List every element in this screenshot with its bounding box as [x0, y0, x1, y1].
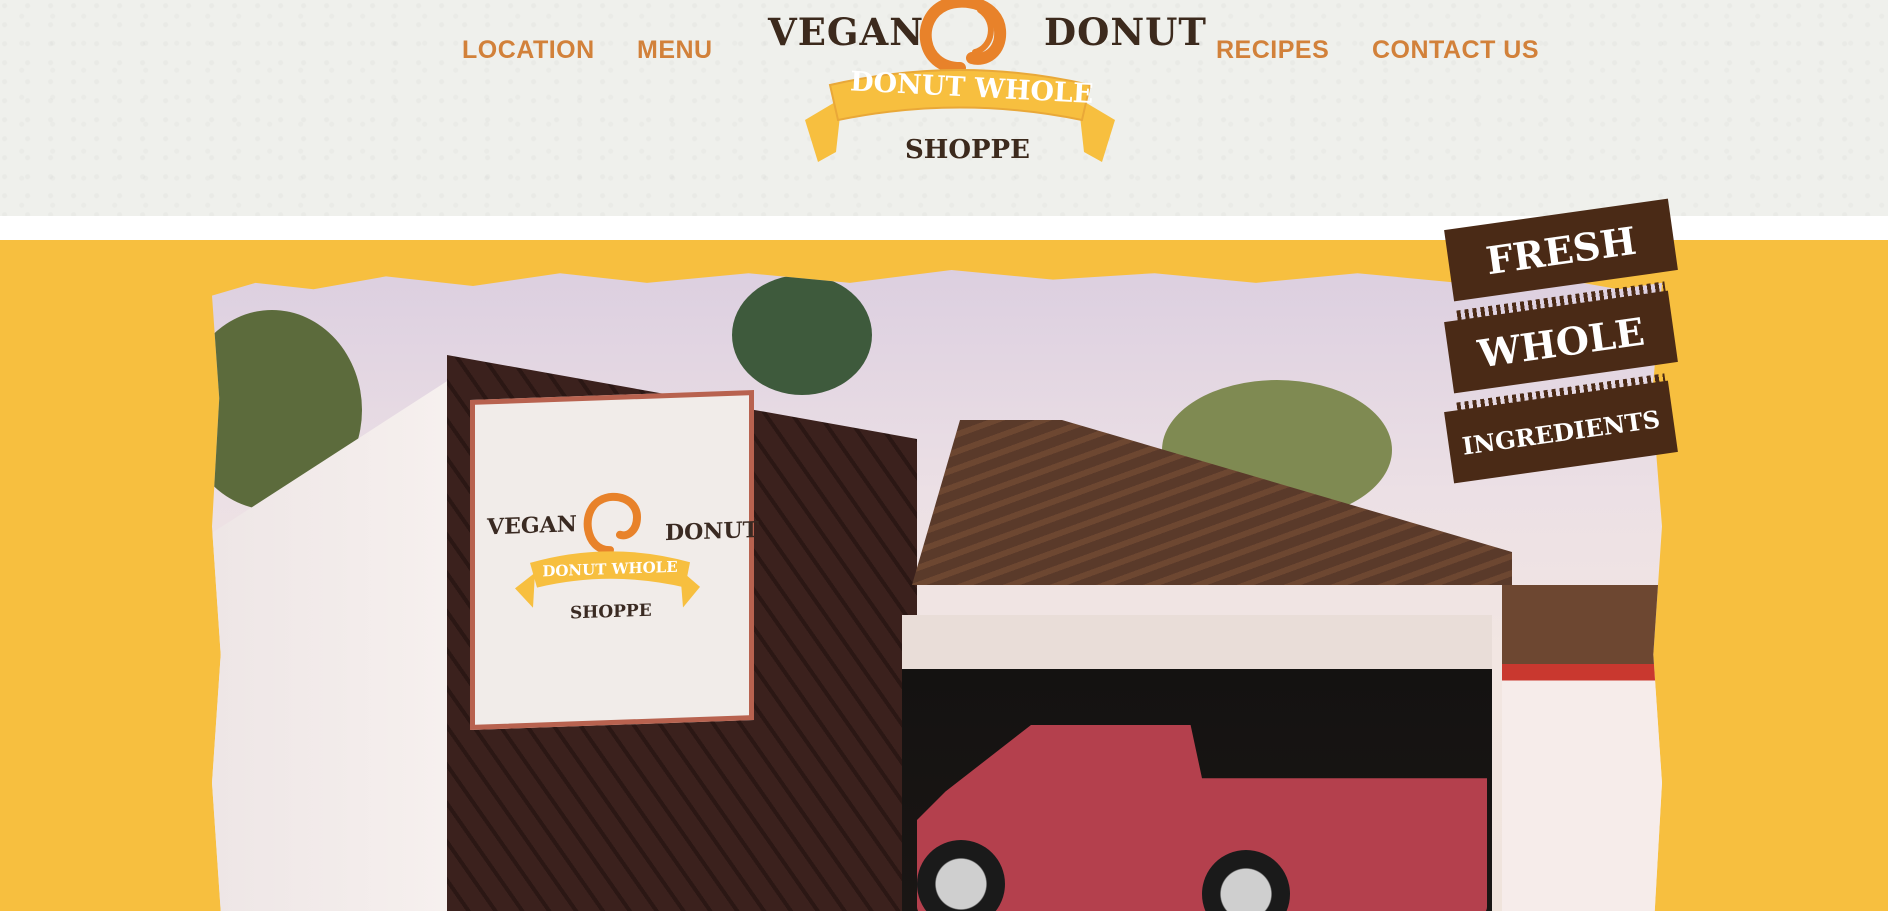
site-header: LOCATION MENU RECIPES CONTACT US VEGAN D… [0, 0, 1888, 216]
storefront-photo: VEGAN DONUT DONUT WHOLE SHOPPE [212, 270, 1662, 911]
nav-location-link[interactable]: LOCATION [462, 36, 595, 65]
photo-palm [732, 275, 872, 395]
fresh-whole-ingredients-badge: FRESH WHOLE INGREDIENTS [1444, 196, 1678, 486]
storefront-sign: VEGAN DONUT DONUT WHOLE SHOPPE [470, 390, 759, 730]
sign-shoppe-text: SHOPPE [570, 600, 652, 624]
nav-menu-link[interactable]: MENU [637, 36, 713, 65]
badge-ingredients: INGREDIENTS [1444, 380, 1678, 484]
photo-neighbor-building [1502, 585, 1662, 911]
site-logo[interactable]: VEGAN DONUT DONUT WHOLE SHOPPE [760, 0, 1206, 180]
nav-contact-link[interactable]: CONTACT US [1372, 36, 1539, 65]
nav-recipes-link[interactable]: RECIPES [1216, 36, 1329, 65]
logo-shoppe-text: SHOPPE [905, 135, 1030, 165]
